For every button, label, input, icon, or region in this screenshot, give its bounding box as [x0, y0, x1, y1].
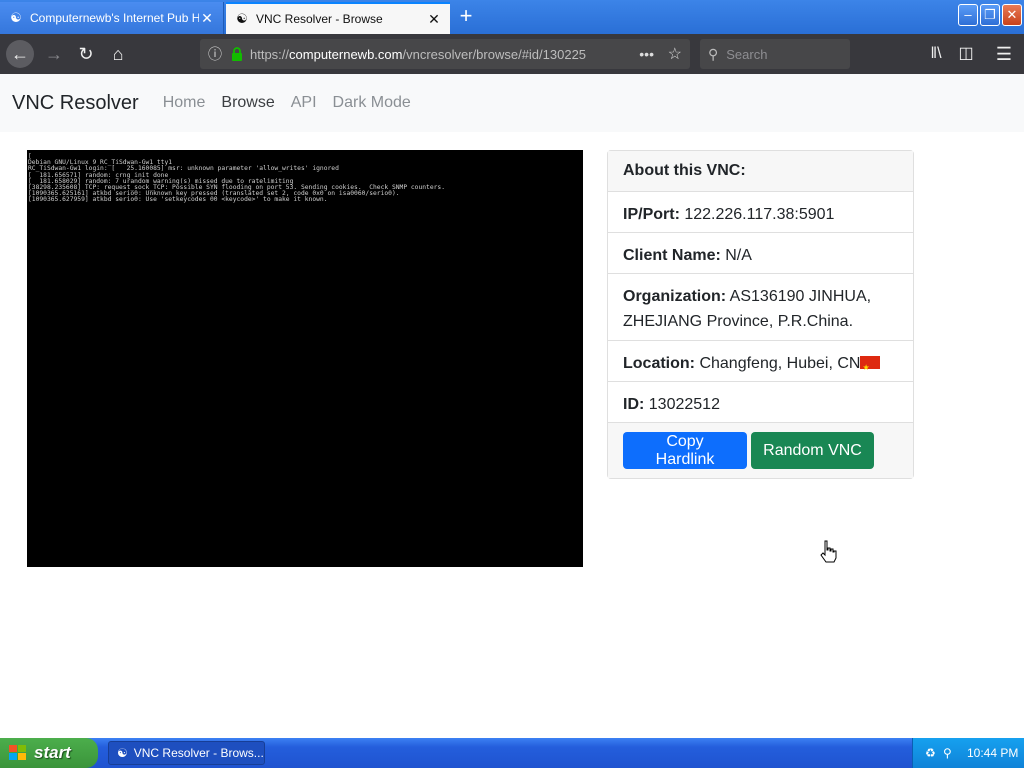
taskbar: start ☯ VNC Resolver - Brows... ♻ ⚲ 10:4…	[0, 738, 1024, 768]
sidebar-icon[interactable]: ◫	[952, 40, 980, 68]
nav-browse[interactable]: Browse	[221, 94, 274, 112]
client-name-label: Client Name:	[623, 247, 721, 264]
nav-dark-mode[interactable]: Dark Mode	[333, 94, 411, 112]
id-label: ID:	[623, 396, 645, 413]
ipport-value: 122.226.117.38:5901	[684, 206, 835, 223]
site-favicon-icon: ☯	[117, 746, 128, 760]
ipport-row: IP/Port: 122.226.117.38:5901	[608, 192, 913, 233]
bookmark-star-icon[interactable]: ☆	[668, 44, 682, 64]
new-tab-icon[interactable]: +	[452, 4, 480, 30]
nav-home[interactable]: Home	[163, 94, 206, 112]
home-icon[interactable]: ⌂	[104, 40, 132, 68]
lock-icon	[232, 47, 242, 61]
forward-arrow-icon[interactable]: →	[40, 40, 68, 68]
restore-icon[interactable]: ❐	[980, 4, 1000, 26]
site-navbar: VNC Resolver Home Browse API Dark Mode	[0, 74, 1024, 132]
taskbar-item-browser[interactable]: ☯ VNC Resolver - Brows...	[108, 741, 265, 765]
card-header: About this VNC:	[608, 151, 913, 192]
location-value: Changfeng, Hubei, CN	[699, 355, 861, 372]
tab-title: VNC Resolver - Browse	[256, 12, 383, 26]
china-flag-icon	[860, 355, 881, 380]
page-actions-icon[interactable]: •••	[639, 46, 654, 62]
taskbar-item-label: VNC Resolver - Brows...	[133, 746, 264, 760]
id-value: 13022512	[648, 396, 720, 413]
start-button[interactable]: start	[0, 738, 98, 768]
organization-row: Organization: AS136190 JINHUA, ZHEJIANG …	[608, 274, 913, 341]
site-brand[interactable]: VNC Resolver	[12, 92, 139, 115]
vnc-screenshot: [ Debian GNU/Linux 9 RC_TiSdwan-Gw1 tty1…	[27, 150, 583, 567]
back-arrow-icon[interactable]: ←	[6, 40, 34, 68]
window-controls: – ❐ ✕	[958, 4, 1022, 26]
location-row: Location: Changfeng, Hubei, CN	[608, 341, 913, 382]
search-tray-icon[interactable]: ⚲	[943, 746, 957, 760]
organization-label: Organization:	[623, 288, 727, 305]
close-tab-icon[interactable]: ✕	[199, 10, 215, 27]
about-vnc-card: About this VNC: IP/Port: 122.226.117.38:…	[607, 150, 914, 479]
copy-hardlink-button[interactable]: Copy Hardlink	[623, 432, 747, 469]
start-label: start	[34, 743, 71, 762]
page-content: VNC Resolver Home Browse API Dark Mode […	[0, 74, 1024, 738]
client-name-row: Client Name: N/A	[608, 233, 913, 274]
reload-icon[interactable]: ↻	[72, 40, 100, 68]
site-favicon-icon: ☯	[236, 11, 248, 26]
ipport-label: IP/Port:	[623, 206, 680, 223]
info-icon[interactable]: ⓘ	[208, 44, 226, 64]
close-window-icon[interactable]: ✕	[1002, 4, 1022, 26]
close-tab-icon[interactable]: ✕	[426, 11, 442, 28]
search-input[interactable]	[726, 46, 827, 62]
tab-title: Computernewb's Internet Pub Hub	[30, 11, 199, 25]
browser-toolbar: ← → ↻ ⌂ ⓘ https://computernewb.com/vncre…	[0, 34, 1024, 74]
client-name-value: N/A	[725, 247, 752, 264]
site-favicon-icon: ☯	[10, 10, 22, 25]
tab-vnc-resolver[interactable]: ☯ VNC Resolver - Browse ✕	[226, 2, 450, 34]
windows-logo-icon	[9, 745, 26, 760]
minimize-icon[interactable]: –	[958, 4, 978, 26]
address-bar[interactable]: ⓘ https://computernewb.com/vncresolver/b…	[200, 39, 690, 69]
id-row: ID: 13022512	[608, 382, 913, 423]
nav-api[interactable]: API	[291, 94, 317, 112]
url-text: https://computernewb.com/vncresolver/bro…	[250, 46, 587, 62]
library-icon[interactable]: ‖\	[922, 40, 950, 68]
network-icon[interactable]: ♻	[925, 746, 939, 760]
random-vnc-button[interactable]: Random VNC	[751, 432, 874, 469]
tab-strip: ☯ Computernewb's Internet Pub Hub ✕ ☯ VN…	[0, 0, 1024, 34]
search-icon: ⚲	[708, 45, 719, 62]
hamburger-menu-icon[interactable]: ☰	[990, 40, 1018, 68]
card-footer: Copy Hardlink Random VNC	[608, 423, 913, 478]
hand-cursor-icon	[820, 540, 837, 563]
system-tray: ♻ ⚲ 10:44 PM	[912, 738, 1024, 768]
location-label: Location:	[623, 355, 695, 372]
terminal-line: [1090365.627959] atkbd serio0: Use 'setk…	[28, 196, 328, 204]
search-box[interactable]: ⚲	[700, 39, 850, 69]
tab-pub-hub[interactable]: ☯ Computernewb's Internet Pub Hub ✕	[0, 2, 224, 34]
clock: 10:44 PM	[967, 746, 1019, 760]
